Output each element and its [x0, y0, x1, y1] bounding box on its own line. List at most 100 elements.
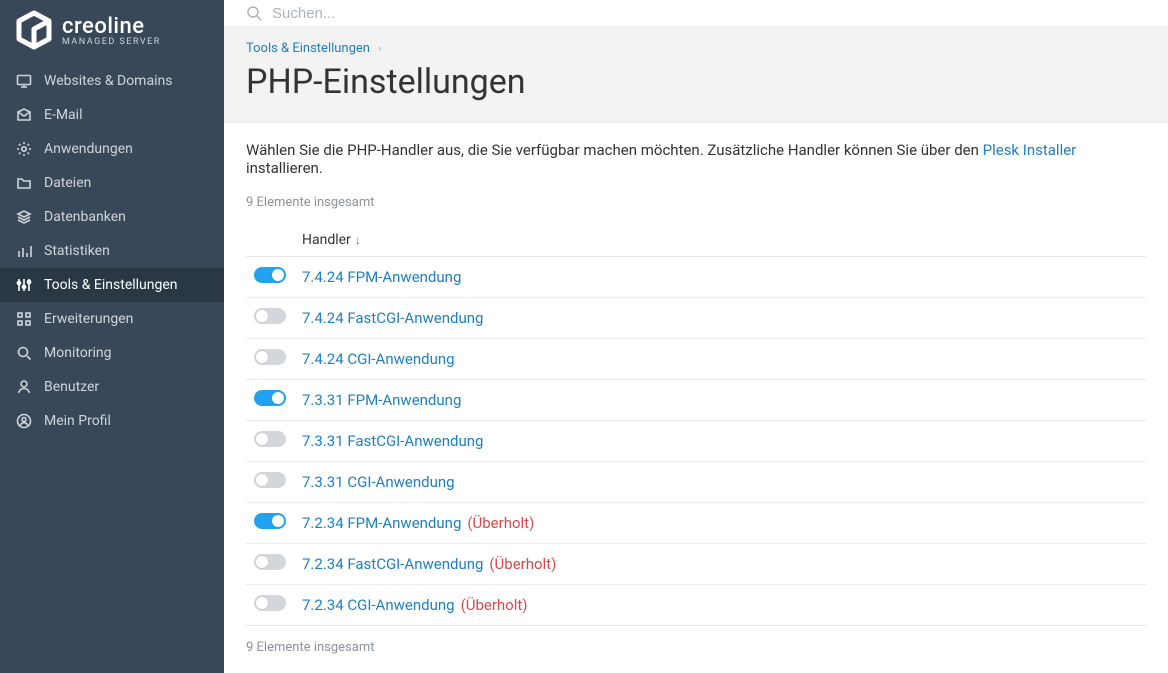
breadcrumb-link[interactable]: Tools & Einstellungen	[246, 41, 370, 56]
handler-toggle[interactable]	[254, 349, 286, 365]
outdated-badge: (Überholt)	[467, 514, 534, 532]
handler-link[interactable]: 7.4.24 FPM-Anwendung	[302, 268, 461, 286]
search-input[interactable]	[272, 5, 1146, 22]
sidebar-nav: Websites & Domains E-Mail Anwendungen Datei…	[0, 60, 224, 438]
handler-toggle[interactable]	[254, 308, 286, 324]
handler-link[interactable]: 7.4.24 CGI-Anwendung	[302, 350, 455, 368]
handler-header-label: Handler	[302, 232, 351, 248]
sidebar-item-label: Datenbanken	[44, 209, 126, 225]
toggle-cell	[246, 267, 302, 287]
brand-mark-icon	[14, 10, 54, 50]
handler-link[interactable]: 7.2.34 FastCGI-Anwendung	[302, 555, 483, 573]
sidebar-item-benutzer[interactable]: Benutzer	[0, 370, 224, 404]
sidebar-item-e-mail[interactable]: E-Mail	[0, 98, 224, 132]
handler-cell: 7.3.31 CGI-Anwendung	[302, 473, 1146, 491]
handler-link[interactable]: 7.2.34 FPM-Anwendung	[302, 514, 461, 532]
toggle-cell	[246, 390, 302, 410]
handlers-table: Handler ↓ 7.4.24 FPM-Anwendung 7.4.24 Fas…	[246, 224, 1146, 626]
sidebar-item-dateien[interactable]: Dateien	[0, 166, 224, 200]
handler-cell: 7.2.34 FPM-Anwendung (Überholt)	[302, 514, 1146, 532]
handler-link[interactable]: 7.3.31 FastCGI-Anwendung	[302, 432, 483, 450]
handler-toggle[interactable]	[254, 554, 286, 570]
toggle-cell	[246, 472, 302, 492]
handler-cell: 7.3.31 FastCGI-Anwendung	[302, 432, 1146, 450]
sidebar-item-label: E-Mail	[44, 107, 82, 123]
handler-toggle[interactable]	[254, 390, 286, 406]
toggle-cell	[246, 554, 302, 574]
handler-link[interactable]: 7.4.24 FastCGI-Anwendung	[302, 309, 483, 327]
sidebar-item-label: Anwendungen	[44, 141, 133, 157]
toggle-cell	[246, 431, 302, 451]
grid-icon	[16, 311, 32, 327]
bars-icon	[16, 243, 32, 259]
items-count-bottom: 9 Elemente insgesamt	[246, 640, 1146, 655]
layers-icon	[16, 209, 32, 225]
handler-cell: 7.4.24 FPM-Anwendung	[302, 268, 1146, 286]
main-area: Tools & Einstellungen › PHP-Einstellunge…	[224, 0, 1168, 673]
sidebar-item-monitoring[interactable]: Monitoring	[0, 336, 224, 370]
sidebar-item-websites-domains[interactable]: Websites & Domains	[0, 64, 224, 98]
intro-after: installieren.	[246, 159, 323, 177]
monitor-icon	[16, 73, 32, 89]
table-row: 7.4.24 FPM-Anwendung	[246, 257, 1146, 298]
handler-cell: 7.3.31 FPM-Anwendung	[302, 391, 1146, 409]
sidebar-item-label: Dateien	[44, 175, 91, 191]
handler-toggle[interactable]	[254, 595, 286, 611]
search-icon	[246, 5, 262, 21]
outdated-badge: (Überholt)	[461, 596, 528, 614]
sidebar-item-label: Monitoring	[44, 345, 112, 361]
topbar	[224, 0, 1168, 27]
handler-link[interactable]: 7.3.31 FPM-Anwendung	[302, 391, 461, 409]
sidebar-item-anwendungen[interactable]: Anwendungen	[0, 132, 224, 166]
chevron-right-icon: ›	[378, 42, 381, 55]
items-count-top: 9 Elemente insgesamt	[246, 195, 1146, 210]
intro-text: Wählen Sie die PHP-Handler aus, die Sie …	[246, 141, 1146, 177]
sidebar-item-tools-einstellungen[interactable]: Tools & Einstellungen	[0, 268, 224, 302]
brand-subtitle: MANAGED SERVER	[62, 37, 161, 47]
table-row: 7.4.24 CGI-Anwendung	[246, 339, 1146, 380]
intro-before: Wählen Sie die PHP-Handler aus, die Sie …	[246, 141, 983, 159]
toggle-cell	[246, 513, 302, 533]
handler-toggle[interactable]	[254, 513, 286, 529]
handler-toggle[interactable]	[254, 431, 286, 447]
magnify-icon	[16, 345, 32, 361]
table-row: 7.3.31 FastCGI-Anwendung	[246, 421, 1146, 462]
breadcrumb: Tools & Einstellungen ›	[246, 41, 1146, 56]
brand-logo: creoline MANAGED SERVER	[0, 0, 224, 60]
table-header-row: Handler ↓	[246, 224, 1146, 257]
handler-cell: 7.4.24 FastCGI-Anwendung	[302, 309, 1146, 327]
sidebar-item-mein-profil[interactable]: Mein Profil	[0, 404, 224, 438]
handler-toggle[interactable]	[254, 472, 286, 488]
handler-cell: 7.2.34 CGI-Anwendung (Überholt)	[302, 596, 1146, 614]
page-header: Tools & Einstellungen › PHP-Einstellunge…	[224, 27, 1168, 123]
gear-icon	[16, 141, 32, 157]
envelope-icon	[16, 107, 32, 123]
sidebar-item-datenbanken[interactable]: Datenbanken	[0, 200, 224, 234]
content: Wählen Sie die PHP-Handler aus, die Sie …	[224, 123, 1168, 673]
handler-link[interactable]: 7.2.34 CGI-Anwendung	[302, 596, 455, 614]
user-icon	[16, 379, 32, 395]
table-row: 7.2.34 CGI-Anwendung (Überholt)	[246, 585, 1146, 626]
sidebar-item-label: Tools & Einstellungen	[44, 277, 178, 293]
sidebar-item-erweiterungen[interactable]: Erweiterungen	[0, 302, 224, 336]
handler-toggle[interactable]	[254, 267, 286, 283]
sort-asc-icon: ↓	[355, 233, 361, 247]
folder-icon	[16, 175, 32, 191]
profile-icon	[16, 413, 32, 429]
toggle-cell	[246, 595, 302, 615]
plesk-installer-link[interactable]: Plesk Installer	[983, 141, 1077, 159]
handler-link[interactable]: 7.3.31 CGI-Anwendung	[302, 473, 455, 491]
sidebar-item-label: Erweiterungen	[44, 311, 133, 327]
handler-cell: 7.2.34 FastCGI-Anwendung (Überholt)	[302, 555, 1146, 573]
sidebar-item-label: Benutzer	[44, 379, 99, 395]
toggle-cell	[246, 308, 302, 328]
toggle-cell	[246, 349, 302, 369]
sliders-icon	[16, 277, 32, 293]
brand-name: creoline	[62, 14, 161, 39]
col-handler-header[interactable]: Handler ↓	[302, 232, 1146, 248]
handler-cell: 7.4.24 CGI-Anwendung	[302, 350, 1146, 368]
sidebar-item-statistiken[interactable]: Statistiken	[0, 234, 224, 268]
table-row: 7.3.31 FPM-Anwendung	[246, 380, 1146, 421]
sidebar-item-label: Websites & Domains	[44, 73, 172, 89]
table-row: 7.3.31 CGI-Anwendung	[246, 462, 1146, 503]
